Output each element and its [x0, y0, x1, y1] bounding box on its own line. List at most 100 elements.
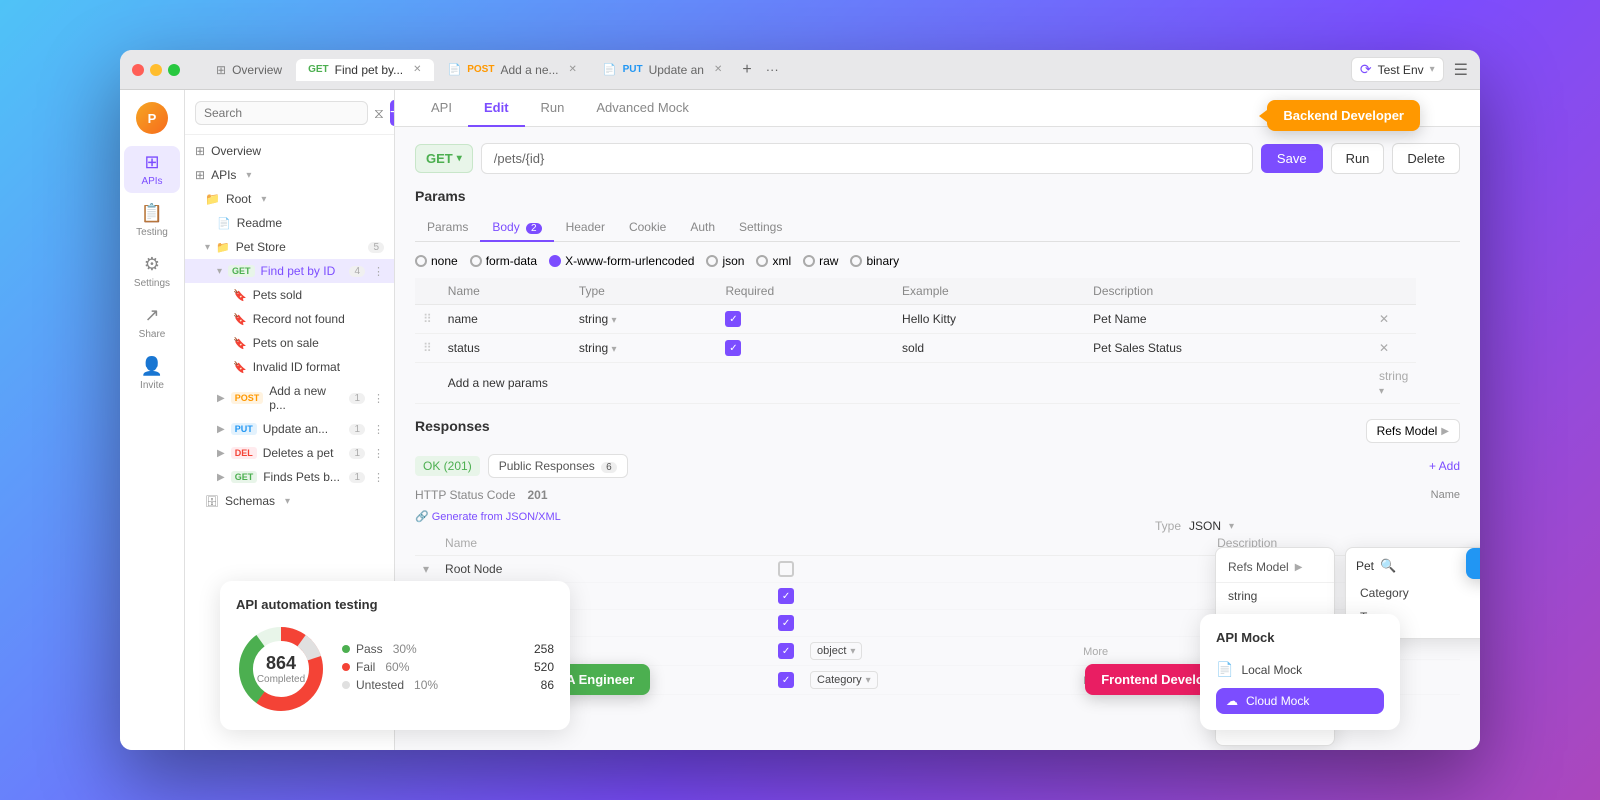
minimize-button[interactable]	[150, 64, 162, 76]
drag-handle[interactable]: ⠿	[423, 341, 432, 355]
radio-none-circle	[415, 255, 427, 267]
resp-checkbox[interactable]	[778, 561, 794, 577]
body-tab-auth[interactable]: Auth	[678, 214, 727, 242]
method-selector[interactable]: GET ▾	[415, 144, 473, 173]
radio-raw[interactable]: raw	[803, 254, 838, 268]
cloud-mock-item[interactable]: ☁ Cloud Mock	[1216, 688, 1384, 714]
public-responses-button[interactable]: Public Responses 6	[488, 454, 628, 478]
expand-icon[interactable]: ▾	[423, 562, 429, 576]
share-label: Share	[139, 329, 166, 340]
run-button[interactable]: Run	[1331, 143, 1385, 174]
tab-edit[interactable]: Edit	[468, 90, 525, 127]
nav-root[interactable]: 📁 Root ▾	[185, 187, 394, 211]
body-tab-params[interactable]: Params	[415, 214, 480, 242]
resp-data-checkbox[interactable]: ✓	[778, 615, 794, 631]
local-mock-item[interactable]: 📄 Local Mock	[1216, 655, 1384, 684]
resp-category-checkbox[interactable]: ✓	[778, 672, 794, 688]
save-button[interactable]: Save	[1261, 144, 1323, 173]
sidebar-item-invite[interactable]: 👤 Invite	[124, 350, 180, 397]
tab-advanced-mock[interactable]: Advanced Mock	[580, 90, 705, 127]
tab-close-icon[interactable]: ✕	[413, 64, 421, 75]
cloud-mock-label: Cloud Mock	[1246, 694, 1309, 708]
add-response-button[interactable]: + Add	[1429, 459, 1460, 473]
body-tab-cookie[interactable]: Cookie	[617, 214, 678, 242]
sidebar-item-testing[interactable]: 📋 Testing	[124, 197, 180, 244]
resp-col-name: Name	[437, 531, 770, 556]
tab-overview[interactable]: ⊞ Overview	[204, 59, 294, 81]
drag-handle[interactable]: ⠿	[423, 312, 432, 326]
sidebar-item-share[interactable]: ↗ Share	[124, 299, 180, 346]
resp-category-type[interactable]: Category ▾	[810, 671, 878, 689]
tab-post-add[interactable]: 📄 POST Add a ne... ✕	[436, 59, 589, 81]
radio-binary[interactable]: binary	[850, 254, 899, 268]
nav-record-not-found[interactable]: 🔖 Record not found	[185, 307, 394, 331]
nav-pets-sold[interactable]: 🔖 Pets sold	[185, 283, 394, 307]
radio-raw-circle	[803, 255, 815, 267]
add-param-placeholder[interactable]: Add a new params	[440, 363, 1371, 404]
required-checkbox-status[interactable]: ✓	[725, 340, 741, 356]
radio-xml-circle	[756, 255, 768, 267]
tab-run[interactable]: Run	[525, 90, 581, 127]
radio-none[interactable]: none	[415, 254, 458, 268]
untested-count: 86	[541, 678, 554, 692]
radio-urlencoded[interactable]: X-www-form-urlencoded	[549, 254, 694, 268]
resp-id-checkbox[interactable]: ✓	[778, 643, 794, 659]
pet-item-category[interactable]: Category	[1356, 582, 1480, 604]
tab-put-update[interactable]: 📄 PUT Update an ✕	[591, 59, 734, 81]
delete-param-status-icon[interactable]: ✕	[1379, 341, 1389, 355]
resp-id-type[interactable]: object ▾	[810, 642, 862, 660]
nav-schemas[interactable]: 🗄 Schemas ▾	[185, 489, 394, 513]
more-tabs-button[interactable]: ···	[760, 62, 785, 77]
url-input[interactable]	[481, 143, 1253, 174]
body-tab-body[interactable]: Body 2	[480, 214, 553, 242]
body-tab-settings[interactable]: Settings	[727, 214, 794, 242]
add-tab-button[interactable]: +	[736, 61, 757, 79]
nav-pets-on-sale[interactable]: 🔖 Pets on sale	[185, 331, 394, 355]
hamburger-button[interactable]: ☰	[1454, 60, 1468, 80]
filter-button[interactable]: ⧖	[374, 100, 384, 126]
nav-finds-pets[interactable]: ▶ GET Finds Pets b... 1 ⋮	[185, 465, 394, 489]
nav-apis[interactable]: ⊞ APIs ▾	[185, 163, 394, 187]
env-selector[interactable]: ⟳ Test Env ▾	[1351, 57, 1444, 82]
nav-post-add[interactable]: ▶ POST Add a new p... 1 ⋮	[185, 379, 394, 417]
search-input[interactable]	[195, 101, 368, 125]
resp-id-more[interactable]: More	[1083, 646, 1108, 658]
nav-del-pet[interactable]: ▶ DEL Deletes a pet 1 ⋮	[185, 441, 394, 465]
schemas-icon: 🗄	[205, 495, 219, 508]
close-button[interactable]	[132, 64, 144, 76]
refs-item-string[interactable]: string	[1216, 583, 1334, 609]
untested-pct: 10%	[414, 678, 438, 692]
post-add-count: 1	[349, 393, 365, 404]
param-name-name: name	[440, 305, 571, 334]
nav-pet-store[interactable]: ▾ 📁 Pet Store 5	[185, 235, 394, 259]
tab-api[interactable]: API	[415, 90, 468, 127]
tab-post-close-icon[interactable]: ✕	[569, 64, 577, 75]
sidebar-item-settings[interactable]: ⚙ Settings	[124, 248, 180, 295]
sidebar-item-apis[interactable]: ⊞ APIs	[124, 146, 180, 193]
generate-json-link[interactable]: 🔗 Generate from JSON/XML	[415, 510, 1460, 523]
nav-invalid-id[interactable]: 🔖 Invalid ID format	[185, 355, 394, 379]
required-checkbox-name[interactable]: ✓	[725, 311, 741, 327]
resp-code-checkbox[interactable]: ✓	[778, 588, 794, 604]
tab-put-close-icon[interactable]: ✕	[714, 64, 722, 75]
resp-root-node: Root Node	[437, 556, 770, 583]
body-tab-header[interactable]: Header	[554, 214, 617, 242]
param-desc-status: Pet Sales Status	[1085, 334, 1371, 363]
radio-xml[interactable]: xml	[756, 254, 791, 268]
radio-form-data[interactable]: form-data	[470, 254, 537, 268]
param-type-name[interactable]: string ▾	[579, 312, 617, 326]
radio-json[interactable]: json	[706, 254, 744, 268]
refs-model-button[interactable]: Refs Model ▶	[1366, 419, 1460, 443]
maximize-button[interactable]	[168, 64, 180, 76]
delete-param-name-icon[interactable]: ✕	[1379, 312, 1389, 326]
invite-icon: 👤	[141, 356, 163, 377]
nav-find-pet[interactable]: ▾ GET Find pet by ID 4 ⋮	[185, 259, 394, 283]
nav-readme[interactable]: 📄 Readme	[185, 211, 394, 235]
api-designer-badge: API Designer	[1466, 548, 1480, 579]
nav-overview[interactable]: ⊞ Overview	[185, 139, 394, 163]
tab-get-find-pet[interactable]: GET Find pet by... ✕	[296, 59, 433, 81]
tab-edit-label: Edit	[484, 100, 509, 115]
nav-put-update[interactable]: ▶ PUT Update an... 1 ⋮	[185, 417, 394, 441]
param-type-status[interactable]: string ▾	[579, 341, 617, 355]
delete-button[interactable]: Delete	[1392, 143, 1460, 174]
